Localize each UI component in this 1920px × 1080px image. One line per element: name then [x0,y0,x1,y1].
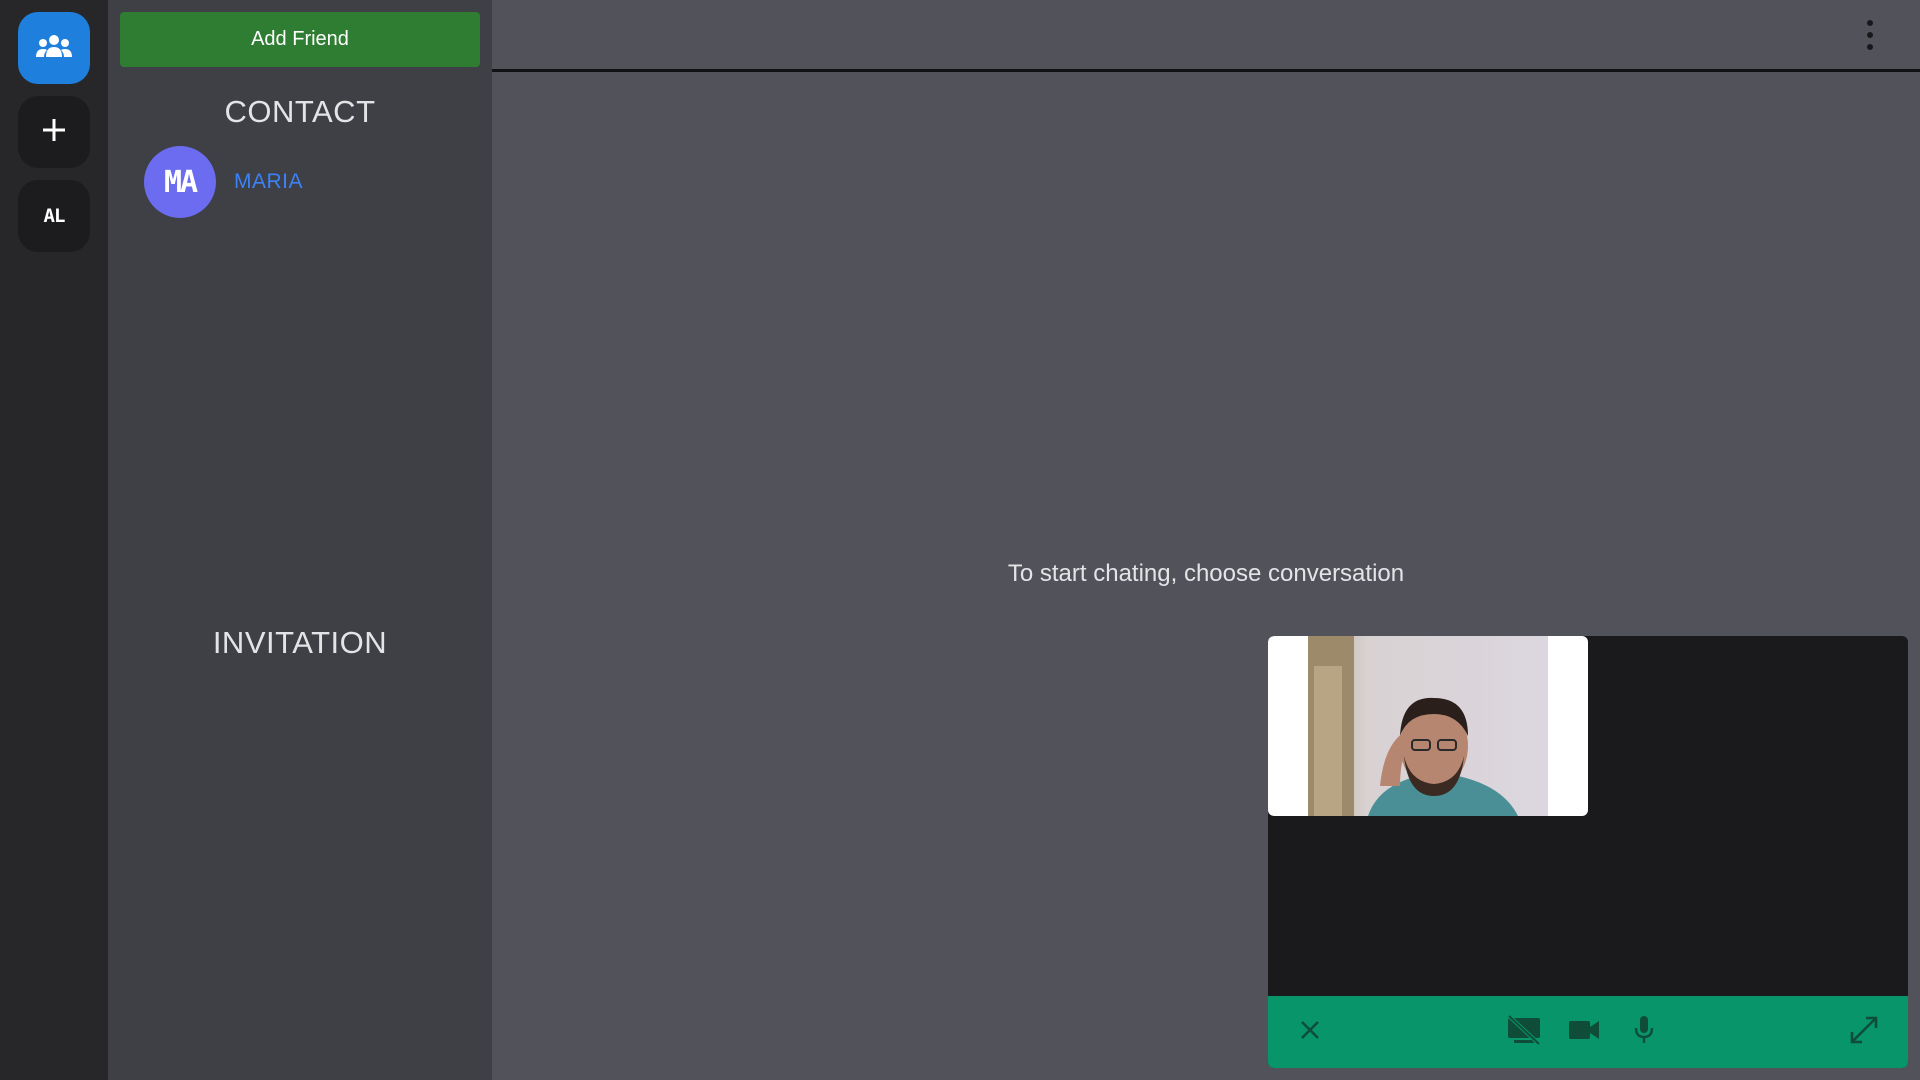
chat-header [492,0,1920,72]
invitation-heading: INVITATION [212,625,388,660]
screen-share-button[interactable] [1506,1014,1542,1050]
more-vertical-icon[interactable] [1862,20,1878,50]
contact-name: MARIA [234,170,304,193]
profile-button[interactable]: AL [18,180,90,252]
server-rail: AL [0,0,108,1080]
close-call-button[interactable] [1292,1014,1328,1050]
video-toggle-button[interactable] [1566,1014,1602,1050]
local-video-preview [1268,636,1588,816]
add-friend-button[interactable]: Add Friend [120,12,480,67]
call-controls [1268,996,1908,1068]
empty-state-text: To start chating, choose conversation [1007,560,1405,587]
avatar: MA [144,146,216,218]
fullscreen-icon [1849,1015,1879,1050]
profile-initials: AL [43,205,66,227]
mic-toggle-button[interactable] [1626,1014,1662,1050]
contacts-panel: Add Friend CONTACT MA MARIA INVITATION [108,0,492,1080]
camera-feed [1308,636,1548,816]
close-icon [1298,1018,1322,1047]
screen-share-off-icon [1506,1014,1542,1050]
contact-heading: CONTACT [224,94,376,129]
add-server-button[interactable] [18,96,90,168]
friends-button[interactable] [18,12,90,84]
plus-icon [42,118,66,147]
video-call-window [1268,636,1908,1068]
contact-item[interactable]: MA MARIA [144,146,464,218]
app: AL Add Friend CONTACT MA MARIA INVITATIO… [0,0,1920,1080]
group-icon [35,33,73,64]
mic-icon [1633,1015,1655,1050]
videocam-icon [1568,1019,1600,1046]
fullscreen-button[interactable] [1846,1014,1882,1050]
